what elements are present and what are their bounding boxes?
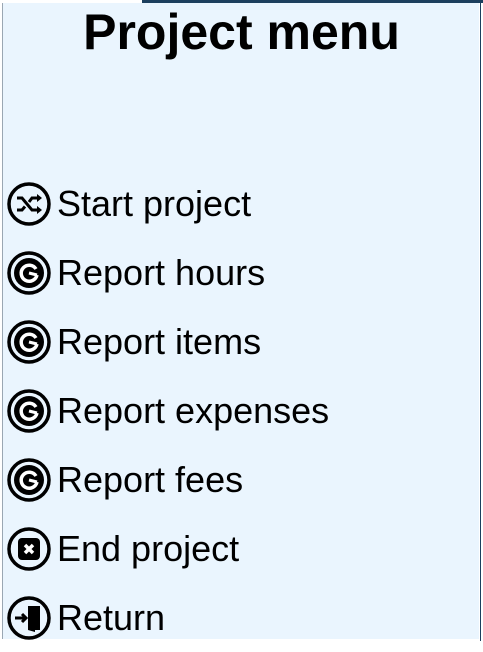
menu-item-start-project[interactable]: Start project xyxy=(6,169,329,238)
report-icon xyxy=(7,457,51,502)
stop-icon xyxy=(7,526,51,571)
menu-item-label: Report expenses xyxy=(57,389,330,431)
report-icon xyxy=(7,388,51,433)
menu-item-end-project[interactable]: End project xyxy=(6,514,329,583)
menu-item-label: Start project xyxy=(57,182,252,224)
menu-item-report-items[interactable]: Report items xyxy=(6,307,329,376)
menu-item-report-fees[interactable]: Report fees xyxy=(6,445,329,514)
menu-item-label: Report fees xyxy=(57,458,244,500)
report-icon xyxy=(7,250,51,295)
menu-item-label: Return xyxy=(57,596,166,638)
page-title: Project menu xyxy=(83,4,400,60)
window-right-border xyxy=(480,3,481,641)
menu-item-label: Report hours xyxy=(57,251,266,293)
exit-door-icon xyxy=(7,595,51,640)
menu-item-label: Report items xyxy=(57,320,262,362)
menu-item-label: End project xyxy=(57,527,240,569)
shuffle-icon xyxy=(7,181,51,226)
menu-item-report-hours[interactable]: Report hours xyxy=(6,238,329,307)
menu-item-return[interactable]: Return xyxy=(6,583,329,652)
menu-item-report-expenses[interactable]: Report expenses xyxy=(6,376,329,445)
project-menu-list: Start project Report hours Report items … xyxy=(6,169,329,652)
report-icon xyxy=(7,319,51,364)
